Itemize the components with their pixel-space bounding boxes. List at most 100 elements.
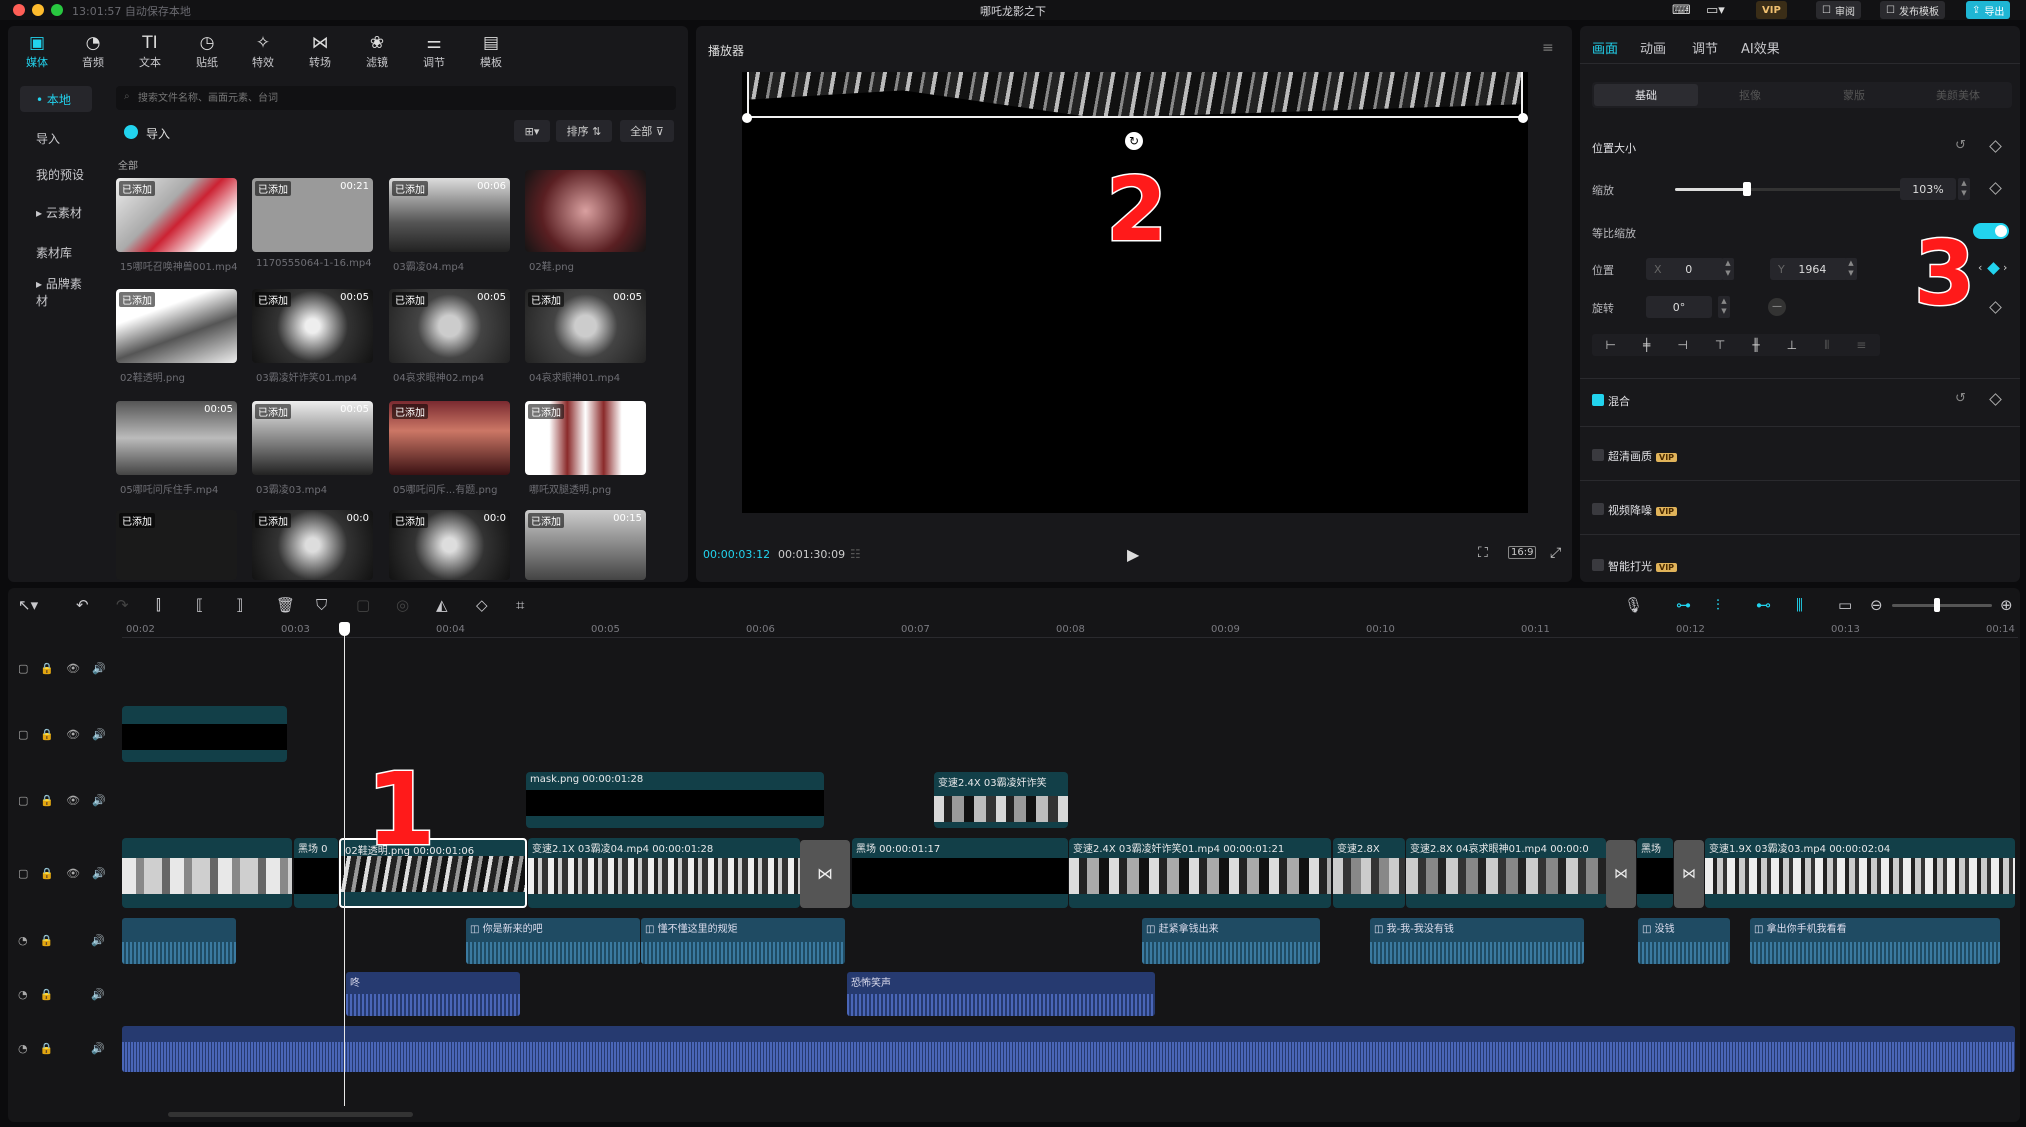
aspect-ratio-button[interactable]: 16:9: [1508, 546, 1537, 559]
blend-header[interactable]: 混合: [1608, 393, 1630, 409]
media-search-box[interactable]: ⌕: [116, 86, 676, 110]
sidebar-item-brand[interactable]: ▸ 品牌素材: [20, 277, 92, 308]
media-thumb[interactable]: 已添加 00:15: [525, 510, 646, 580]
speed-clip[interactable]: 变速2.8X: [1333, 838, 1405, 908]
filter-button[interactable]: 全部 ⊽: [620, 120, 674, 142]
sidebar-item-library[interactable]: 素材库: [20, 239, 92, 265]
rotate-field[interactable]: 0°: [1646, 296, 1712, 318]
sfx-clip[interactable]: 恐怖笑声: [847, 972, 1155, 1016]
position-size-header[interactable]: 位置大小: [1592, 140, 1636, 156]
transition-icon[interactable]: ⋈: [800, 840, 850, 908]
toolbar-adjust[interactable]: ⚌ 调节: [409, 32, 459, 70]
position-x-stepper[interactable]: ▲ ▼: [1722, 258, 1734, 280]
media-thumb[interactable]: 已添加 00:05: [525, 289, 646, 363]
reset-icon[interactable]: ↺: [1955, 138, 1966, 153]
sidebar-item-import[interactable]: 导入: [20, 125, 92, 151]
redo-icon[interactable]: ↷: [116, 596, 129, 614]
media-thumb[interactable]: 已添加 00:21: [252, 178, 373, 252]
media-thumb[interactable]: 已添加 00:06: [389, 178, 510, 252]
blend-reset-icon[interactable]: ↺: [1955, 391, 1966, 406]
speaker-icon[interactable]: 🔊: [92, 728, 106, 741]
audio-clip[interactable]: ◫ 没钱: [1638, 918, 1730, 964]
sidebar-item-local[interactable]: • 本地: [20, 86, 92, 112]
magnet-main-track-icon[interactable]: ⊶: [1676, 596, 1691, 614]
denoise-checkbox[interactable]: [1592, 503, 1604, 515]
tab-adjust[interactable]: 调节: [1692, 38, 1718, 57]
lock-icon[interactable]: 🔒: [40, 1042, 54, 1055]
timeline-preview-icon[interactable]: ▭: [1838, 596, 1852, 614]
lock-icon[interactable]: 🔒: [40, 867, 54, 880]
timeline-scrollbar[interactable]: [168, 1112, 413, 1117]
rotate-handle-icon[interactable]: ↻: [1125, 132, 1143, 150]
review-button[interactable]: ☐ 审阅: [1816, 1, 1861, 19]
audio-clip[interactable]: ◫ 我-我-我没有钱: [1370, 918, 1584, 964]
speed-clip[interactable]: 变速2.4X 03霸凌奸诈笑: [934, 772, 1068, 828]
mirror-icon[interactable]: ◭: [436, 596, 448, 614]
play-icon[interactable]: ▶: [1127, 545, 1139, 564]
speaker-icon[interactable]: 🔊: [92, 662, 106, 675]
undo-icon[interactable]: ↶: [76, 596, 89, 614]
rotate-stepper[interactable]: ▲ ▼: [1718, 296, 1730, 318]
media-thumb[interactable]: 已添加 00:0: [252, 510, 373, 580]
speaker-icon[interactable]: 🔊: [92, 867, 106, 880]
player-menu-icon[interactable]: ≡: [1542, 40, 1554, 56]
split-right-icon[interactable]: ⟧: [236, 596, 243, 614]
shortcut-icon[interactable]: ⌨: [1666, 1, 1697, 19]
preview-axis-icon[interactable]: ⫼: [1796, 596, 1803, 614]
align-left-icon[interactable]: ⊢: [1606, 338, 1616, 352]
beg-clip[interactable]: 变速2.8X 04哀求眼神01.mp4 00:00:0: [1406, 838, 1606, 908]
view-mode-button[interactable]: ⊞▾: [514, 120, 550, 142]
media-thumb[interactable]: 已添加 00:05: [252, 289, 373, 363]
video-clip[interactable]: [122, 838, 292, 908]
eye-icon[interactable]: 👁: [66, 867, 80, 880]
layout-icon[interactable]: ▭▾: [1700, 1, 1731, 19]
black-clip[interactable]: 黑场 00:00:01:17: [852, 838, 1068, 908]
audio-clip[interactable]: [122, 918, 236, 964]
align-center-h-icon[interactable]: ╪: [1643, 338, 1650, 352]
sort-button[interactable]: 排序 ⇅: [556, 120, 612, 142]
toolbar-effects[interactable]: ✧ 特效: [238, 32, 288, 70]
align-top-icon[interactable]: ⊤: [1715, 338, 1725, 352]
fullscreen-icon[interactable]: ⤢: [1550, 545, 1561, 561]
select-tool-icon[interactable]: ↖▾: [18, 596, 38, 614]
lock-icon[interactable]: 🔒: [40, 794, 54, 807]
subtab-mask[interactable]: 蒙版: [1802, 84, 1906, 106]
scale-slider-handle[interactable]: [1743, 182, 1751, 196]
playhead-line[interactable]: [344, 626, 345, 1106]
split-icon[interactable]: ⫿: [156, 596, 161, 614]
audio-clip[interactable]: ◫ 懂不懂这里的规矩: [641, 918, 845, 964]
media-thumb[interactable]: 已添加: [116, 289, 237, 363]
toolbar-text[interactable]: TI 文本: [125, 32, 175, 70]
prev-keyframe-icon[interactable]: ‹: [1978, 261, 1982, 274]
tab-animation[interactable]: 动画: [1640, 38, 1666, 57]
media-thumb[interactable]: 已添加: [389, 401, 510, 475]
freeze-icon[interactable]: ▢: [356, 596, 370, 614]
eye-icon[interactable]: 👁: [66, 662, 80, 675]
export-button[interactable]: ⇪ 导出: [1966, 1, 2011, 19]
rotate-icon[interactable]: ◇: [476, 596, 488, 614]
bully03-clip[interactable]: 变速1.9X 03霸凌03.mp4 00:00:02:04: [1705, 838, 2015, 908]
align-center-v-icon[interactable]: ╫: [1752, 338, 1759, 352]
black-clip[interactable]: 黑场: [1637, 838, 1673, 908]
speaker-icon[interactable]: 🔊: [91, 988, 105, 1001]
linkage-icon[interactable]: ⊷: [1756, 596, 1771, 614]
overlay-clip[interactable]: [122, 706, 287, 762]
vip-button[interactable]: VIP: [1756, 1, 1787, 19]
import-button[interactable]: 导入: [146, 125, 170, 142]
next-keyframe-icon[interactable]: ›: [2003, 261, 2007, 274]
position-x-field[interactable]: X0: [1646, 258, 1724, 280]
lock-icon[interactable]: 🔒: [40, 988, 54, 1001]
lock-icon[interactable]: 🔒: [40, 662, 54, 675]
hd-checkbox[interactable]: [1592, 449, 1604, 461]
laugh-clip[interactable]: 变速2.4X 03霸凌奸诈笑01.mp4 00:00:01:21: [1069, 838, 1331, 908]
speaker-icon[interactable]: 🔊: [91, 934, 105, 947]
media-thumb[interactable]: 已添加 00:0: [389, 510, 510, 580]
resize-handle[interactable]: [742, 113, 752, 123]
media-thumb[interactable]: 已添加: [525, 401, 646, 475]
toolbar-media[interactable]: ▣ 媒体: [12, 32, 62, 70]
align-right-icon[interactable]: ⊣: [1677, 338, 1687, 352]
timeline-list-icon[interactable]: ☷: [850, 547, 861, 561]
playhead-handle[interactable]: [339, 622, 350, 636]
scale-slider-track[interactable]: [1675, 188, 1915, 191]
sidebar-item-cloud[interactable]: ▸ 云素材: [20, 199, 92, 225]
